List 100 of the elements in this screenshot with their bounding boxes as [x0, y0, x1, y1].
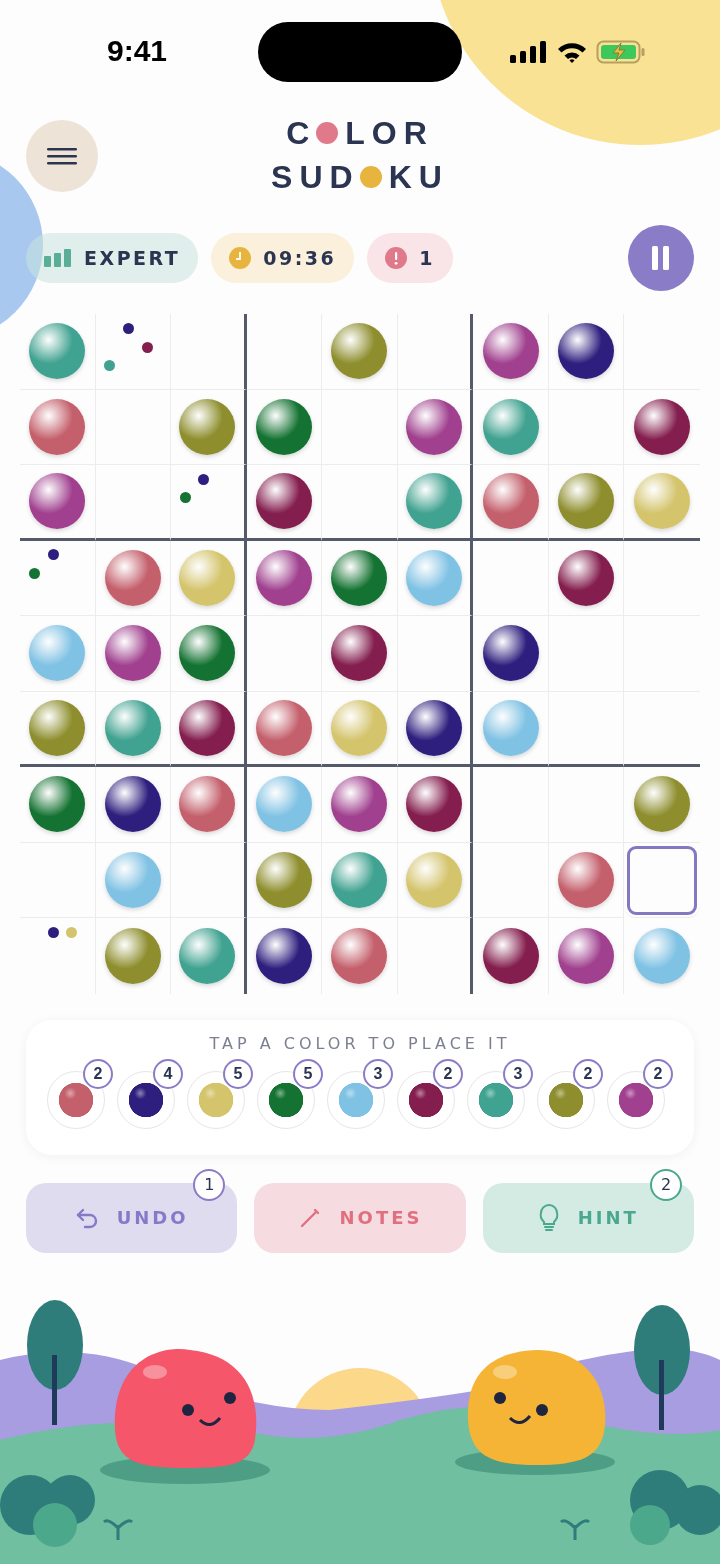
color-ball[interactable]	[558, 851, 615, 908]
color-ball[interactable]	[482, 699, 539, 756]
title-text: SUD	[271, 158, 360, 196]
title-text: C	[286, 114, 317, 152]
color-ball[interactable]	[29, 625, 86, 682]
grid-cell[interactable]	[171, 540, 247, 616]
color-ball[interactable]	[104, 776, 161, 833]
color-ball[interactable]	[179, 776, 236, 833]
color-ball[interactable]	[255, 851, 312, 908]
color-ball[interactable]	[179, 549, 236, 606]
color-ball[interactable]	[634, 927, 691, 984]
color-ball[interactable]	[406, 699, 463, 756]
color-option[interactable]: 2	[47, 1058, 113, 1129]
color-ball[interactable]	[482, 625, 539, 682]
count-badge: 2	[573, 1058, 603, 1089]
color-ball[interactable]	[331, 699, 388, 756]
count-badge: 5	[223, 1058, 253, 1089]
difficulty-chip: EXPERT	[26, 233, 199, 283]
color-ball[interactable]	[558, 549, 615, 606]
color-ball[interactable]	[255, 776, 312, 833]
color-option[interactable]: 5	[257, 1058, 323, 1129]
color-ball[interactable]	[29, 398, 86, 455]
color-ball[interactable]	[406, 851, 463, 908]
count-badge: 3	[503, 1058, 533, 1089]
color-option[interactable]: 2	[397, 1058, 463, 1129]
color-ball[interactable]	[255, 398, 312, 455]
color-ball[interactable]	[482, 398, 539, 455]
count-badge: 3	[363, 1058, 393, 1089]
color-ball[interactable]	[255, 927, 312, 984]
color-ball[interactable]	[29, 699, 86, 756]
color-ball[interactable]	[104, 549, 161, 606]
grid-cell[interactable]	[397, 314, 474, 390]
color-ball[interactable]	[482, 473, 539, 530]
alert-icon	[385, 247, 408, 269]
grid-cell[interactable]	[397, 767, 474, 843]
battery-charging-icon	[596, 40, 646, 64]
grid-cell[interactable]	[171, 691, 247, 767]
color-ball[interactable]	[29, 776, 86, 833]
color-ball[interactable]	[406, 549, 463, 606]
grid-cell[interactable]	[397, 691, 474, 767]
color-ball[interactable]	[179, 398, 236, 455]
color-ball[interactable]	[104, 927, 161, 984]
color-ball[interactable]	[406, 776, 463, 833]
clock-icon	[229, 247, 252, 269]
color-ball[interactable]	[104, 625, 161, 682]
color-ball[interactable]	[558, 927, 615, 984]
color-ball[interactable]	[406, 398, 463, 455]
color-ball[interactable]	[558, 473, 615, 530]
color-ball[interactable]	[634, 398, 691, 455]
grid-cell[interactable]	[171, 767, 247, 843]
signal-icon	[510, 41, 548, 63]
color-ball[interactable]	[179, 625, 236, 682]
count-badge: 2	[643, 1058, 673, 1089]
color-ball[interactable]	[331, 625, 388, 682]
color-ball[interactable]	[634, 473, 691, 530]
color-ball[interactable]	[255, 699, 312, 756]
color-ball[interactable]	[634, 776, 691, 833]
color-option[interactable]: 3	[327, 1058, 393, 1129]
grid-cell[interactable]	[171, 616, 247, 692]
grid-cell[interactable]	[397, 616, 474, 692]
color-ball[interactable]	[29, 473, 86, 530]
color-ball[interactable]	[104, 699, 161, 756]
count-badge: 1	[193, 1168, 226, 1201]
palette-hint: TAP A COLOR TO PLACE IT	[209, 1033, 511, 1053]
color-ball[interactable]	[179, 699, 236, 756]
grid-cell[interactable]	[397, 389, 474, 465]
color-ball[interactable]	[331, 776, 388, 833]
count-badge: 2	[83, 1058, 113, 1089]
grid-cell[interactable]	[397, 540, 474, 616]
color-option[interactable]: 2	[537, 1058, 603, 1129]
color-ball[interactable]	[104, 851, 161, 908]
status-time: 9:41	[107, 34, 168, 68]
color-ball[interactable]	[29, 323, 86, 380]
color-ball[interactable]	[331, 323, 388, 380]
color-option[interactable]: 3	[467, 1058, 533, 1129]
color-ball[interactable]	[558, 323, 615, 380]
color-ball[interactable]	[482, 323, 539, 380]
color-ball[interactable]	[406, 473, 463, 530]
menu-icon	[47, 147, 77, 165]
title-text: LOR	[345, 114, 434, 152]
color-option[interactable]: 5	[187, 1058, 253, 1129]
color-ball[interactable]	[179, 927, 236, 984]
grid-cell[interactable]	[397, 465, 474, 541]
grid-cell[interactable]	[171, 314, 247, 390]
color-ball[interactable]	[255, 549, 312, 606]
color-ball[interactable]	[482, 927, 539, 984]
grid-cell[interactable]	[171, 842, 247, 918]
color-option[interactable]: 2	[607, 1058, 673, 1129]
grid-cell[interactable]	[397, 842, 474, 918]
lightbulb-icon	[537, 1203, 560, 1232]
mistakes-chip: 1	[367, 233, 453, 283]
wifi-icon	[556, 41, 588, 63]
color-ball[interactable]	[331, 927, 388, 984]
color-ball[interactable]	[331, 549, 388, 606]
grid-cell[interactable]	[171, 465, 247, 541]
color-ball[interactable]	[255, 473, 312, 530]
color-option[interactable]: 4	[117, 1058, 183, 1129]
bars-icon	[44, 249, 72, 267]
color-ball[interactable]	[331, 851, 388, 908]
grid-cell[interactable]	[171, 389, 247, 465]
